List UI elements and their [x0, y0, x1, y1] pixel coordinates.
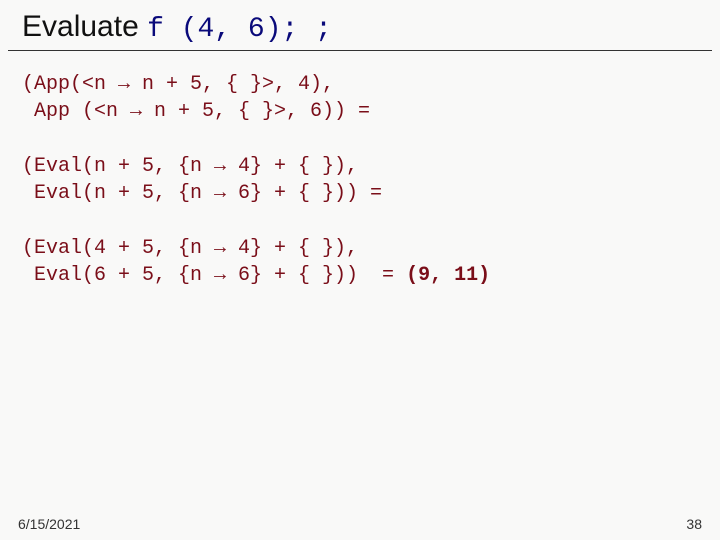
title-lead: Evaluate — [22, 10, 147, 43]
code-block-1: (App(<n → n + 5, { }>, 4), App (<n → n +… — [22, 71, 702, 125]
code-line: Eval(n + 5, {n → 6} + { })) = — [22, 182, 382, 205]
code-line: (App(<n → n + 5, { }>, 4), — [22, 73, 334, 96]
slide-title: Evaluate f (4, 6); ; — [22, 10, 698, 46]
code-line: Eval(6 + 5, {n → 6} + { })) = — [22, 264, 406, 287]
code-line: App (<n → n + 5, { }>, 6)) = — [22, 100, 370, 123]
title-area: Evaluate f (4, 6); ; — [8, 0, 712, 51]
code-block-3: (Eval(4 + 5, {n → 4} + { }), Eval(6 + 5,… — [22, 235, 702, 289]
footer-date: 6/15/2021 — [18, 516, 80, 532]
page-number: 38 — [686, 516, 702, 532]
code-line: (Eval(n + 5, {n → 4} + { }), — [22, 155, 358, 178]
slide-body: (App(<n → n + 5, { }>, 4), App (<n → n +… — [0, 51, 720, 289]
result-value: (9, 11) — [406, 264, 490, 287]
title-code: f (4, 6); ; — [147, 14, 332, 45]
slide: Evaluate f (4, 6); ; (App(<n → n + 5, { … — [0, 0, 720, 540]
code-block-2: (Eval(n + 5, {n → 4} + { }), Eval(n + 5,… — [22, 153, 702, 207]
code-line: (Eval(4 + 5, {n → 4} + { }), — [22, 237, 358, 260]
footer: 6/15/2021 38 — [0, 516, 720, 532]
